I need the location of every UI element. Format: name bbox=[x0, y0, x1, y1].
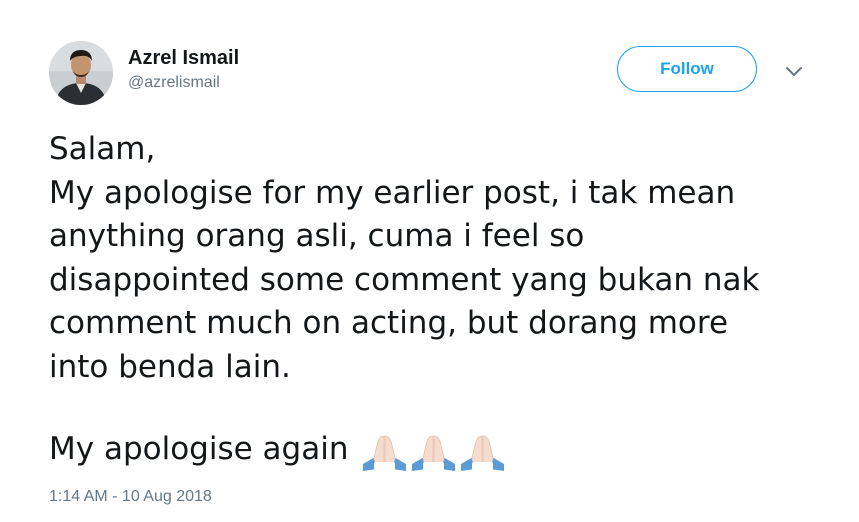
avatar[interactable] bbox=[49, 41, 113, 105]
display-name[interactable]: Azrel Ismail bbox=[128, 46, 239, 70]
tweet-card: Azrel Ismail @azrelismail Follow Salam, … bbox=[0, 0, 859, 522]
follow-button[interactable]: Follow bbox=[617, 46, 757, 92]
screen-name[interactable]: @azrelismail bbox=[128, 73, 239, 93]
chevron-down-icon[interactable] bbox=[784, 62, 804, 82]
tweet-timestamp[interactable]: 1:14 AM - 10 Aug 2018 bbox=[49, 487, 212, 507]
tweet-line: into benda lain. bbox=[49, 348, 291, 385]
tweet-closing-line: My apologise again bbox=[49, 427, 507, 471]
user-info: Azrel Ismail @azrelismail bbox=[128, 46, 239, 93]
praying-hands-icon bbox=[458, 433, 507, 471]
tweet-closing-text: My apologise again bbox=[49, 431, 349, 467]
tweet-line: anything orang asli, cuma i feel so bbox=[49, 218, 585, 254]
tweet-line: Salam, bbox=[49, 131, 156, 167]
emoji-row bbox=[360, 433, 507, 477]
tweet-line: My apologise for my earlier post, i tak … bbox=[49, 174, 736, 211]
tweet-line: comment much on acting, but dorang more bbox=[49, 305, 729, 341]
tweet-text: Salam, My apologise for my earlier post,… bbox=[49, 128, 839, 389]
avatar-image bbox=[49, 41, 113, 105]
praying-hands-icon bbox=[409, 433, 458, 471]
praying-hands-icon bbox=[360, 433, 409, 471]
tweet-line: disappointed some comment yang bukan nak bbox=[49, 261, 760, 298]
